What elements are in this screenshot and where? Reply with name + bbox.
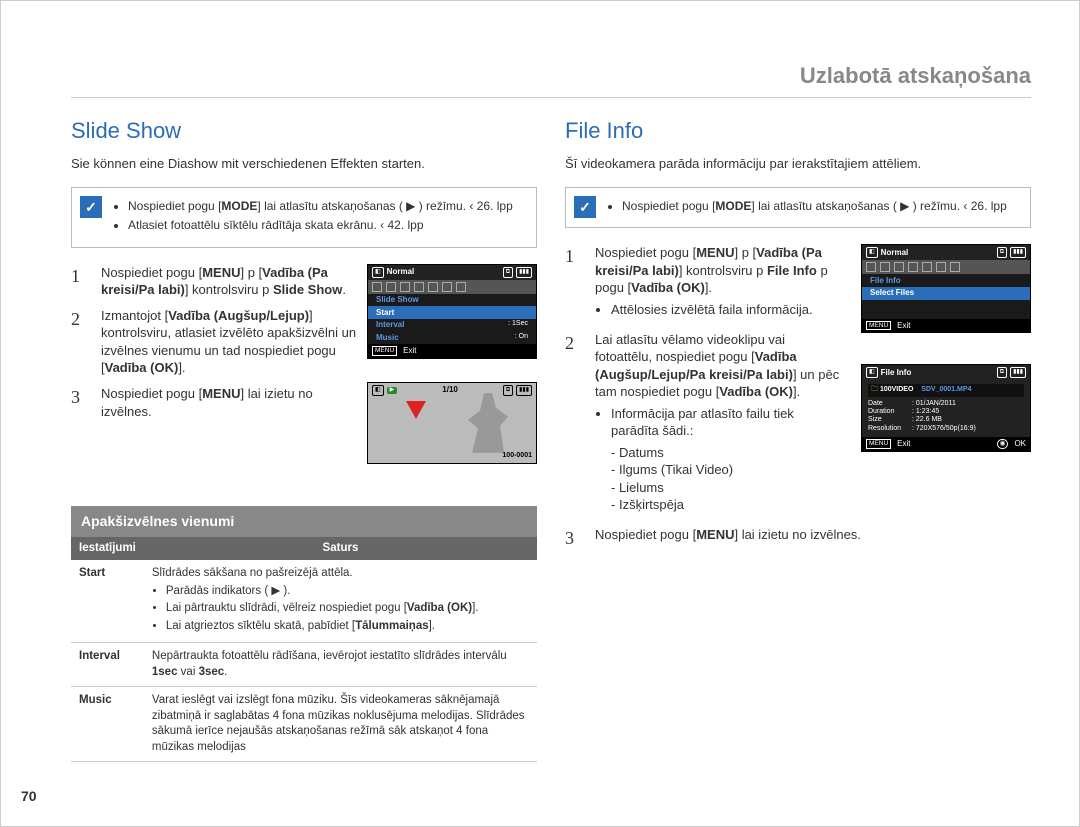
lcd-menu-title: Slide Show: [368, 294, 536, 307]
sub-bullet: Informācija par atlasīto failu tiek parā…: [611, 405, 845, 440]
column-slide-show: Slide Show Sie können eine Diashow mit v…: [71, 116, 537, 763]
lcd-folder-name: 100VIDEO: [880, 386, 913, 393]
lcd-menu-interval: Interval: 1Sec: [368, 319, 536, 332]
lcd-exit-label: Exit: [897, 439, 910, 449]
battery-icon: ▮▮▮: [1010, 367, 1026, 378]
sub-bullet: Attēlosies izvēlētā faila informācija.: [611, 301, 845, 319]
menu-button-icon: MENU: [372, 346, 397, 356]
battery-icon: ▮▮▮: [516, 385, 532, 396]
lcd-exit-label: Exit: [403, 346, 416, 356]
lcd-slide-show-photo: ◧ ▶ 1/10 ⧉ ▮▮▮ 100-0001: [367, 382, 537, 464]
lcd-icon-row: [368, 280, 536, 294]
folder-icon: 🗀: [871, 386, 878, 393]
page-number: 70: [21, 787, 37, 806]
list-item: Lai pārtrauktu slīdrādi, vēlreiz nospied…: [166, 601, 529, 617]
step-3: 3 Nospiediet pogu [MENU] lai izietu no i…: [565, 526, 1031, 550]
menu-button-icon: MENU: [866, 439, 891, 449]
note-item: Nospiediet pogu [MODE] lai atlasītu atsk…: [128, 198, 526, 215]
precondition-note: ✓ Nospiediet pogu [MODE] lai atlasītu at…: [565, 187, 1031, 228]
section-title-file-info: File Info: [565, 116, 1031, 146]
table-header: Saturs: [144, 537, 537, 561]
intro-text: Sie können eine Diashow mit verschiedene…: [71, 155, 537, 173]
list-item: Ilgums (Tikai Video): [611, 461, 845, 479]
lcd-info-row: Date: 01/JAN/2011: [868, 400, 1024, 408]
lcd-ok-label: OK: [1014, 439, 1026, 449]
lcd-slide-show-menu: ◧ Normal ⧉ ▮▮▮ Slide Show Start Interval…: [367, 264, 537, 359]
photo-mode-icon: ◧: [372, 385, 384, 396]
lcd-file-info-detail: ◧ File Info ⧉ ▮▮▮ 🗀 100VIDEO SDV_0001.MP…: [861, 364, 1031, 452]
lcd-exit-label: Exit: [897, 321, 910, 331]
lcd-icon-row: [862, 260, 1030, 274]
table-header: Iestatījumi: [71, 537, 144, 561]
subsection-heading: Apakšizvēlnes vienumi: [71, 506, 537, 537]
check-icon: ✓: [80, 196, 102, 218]
lcd-counter-top: 1/10: [442, 385, 458, 395]
lcd-info-row: Duration: 1:23:45: [868, 408, 1024, 416]
card-icon: ⧉: [997, 247, 1007, 258]
precondition-note: ✓ Nospiediet pogu [MODE] lai atlasītu at…: [71, 187, 537, 248]
silhouette-icon: [468, 393, 508, 453]
photo-mode-icon: ◧: [866, 247, 878, 258]
list-item: Datums: [611, 444, 845, 462]
list-item: Parādās indikators ( ▶ ).: [166, 584, 529, 600]
card-icon: ⧉: [997, 367, 1007, 378]
card-icon: ⧉: [503, 267, 513, 278]
table-cell-value: Nepārtraukta fotoattēlu rādīšana, ievēro…: [144, 643, 537, 687]
lcd-info-row: Size: 22.6 MB: [868, 416, 1024, 424]
column-file-info: File Info Šī videokamera parāda informāc…: [565, 116, 1031, 763]
section-title-slide-show: Slide Show: [71, 116, 537, 146]
table-cell-key: Music: [71, 687, 144, 762]
card-icon: ⧉: [503, 385, 513, 396]
lcd-label-title: File Info: [881, 368, 912, 378]
lcd-counter-bottom: 100-0001: [502, 452, 532, 460]
note-item: Nospiediet pogu [MODE] lai atlasītu atsk…: [622, 198, 1020, 215]
table-row: Start Slīdrādes sākšana no pašreizējā at…: [71, 560, 537, 643]
table-cell-value: Varat ieslēgt vai izslēgt fona mūziku. Š…: [144, 687, 537, 762]
lcd-label-normal: Normal: [387, 267, 415, 277]
check-icon: ✓: [574, 196, 596, 218]
battery-icon: ▮▮▮: [516, 267, 532, 278]
menu-button-icon: MENU: [866, 321, 891, 331]
lcd-menu-select-files: Select Files: [862, 287, 1030, 300]
page-header: Uzlabotā atskaņošana: [71, 61, 1031, 98]
list-item: Izšķirtspēja: [611, 496, 845, 514]
play-indicator-icon: ▶: [387, 387, 398, 394]
note-item: Atlasiet fotoattēlu sīktēlu rādītāja ska…: [128, 217, 526, 234]
lcd-menu-title: File Info: [862, 274, 1030, 287]
table-cell-key: Start: [71, 560, 144, 643]
lcd-info-row: Resolution: 720X576/50p(16:9): [868, 425, 1024, 433]
list-item: Lielums: [611, 479, 845, 497]
photo-mode-icon: ◧: [372, 267, 384, 278]
lcd-menu-start: Start: [368, 306, 536, 319]
table-row: Music Varat ieslēgt vai izslēgt fona mūz…: [71, 687, 537, 762]
lcd-label-normal: Normal: [881, 248, 909, 258]
map-marker-icon: [406, 401, 426, 419]
lcd-file-info-menu: ◧ Normal ⧉ ▮▮▮ File Info Select Files ME…: [861, 244, 1031, 333]
table-cell-key: Interval: [71, 643, 144, 687]
ok-button-icon: ◉: [997, 439, 1009, 449]
table-row: Interval Nepārtraukta fotoattēlu rādīšan…: [71, 643, 537, 687]
lcd-menu-music: Music: On: [368, 331, 536, 344]
lcd-file-name: SDV_0001.MP4: [921, 386, 971, 393]
photo-mode-icon: ◧: [866, 367, 878, 378]
table-header-row: Iestatījumi Saturs: [71, 537, 537, 561]
battery-icon: ▮▮▮: [1010, 247, 1026, 258]
list-item: Lai atgrieztos sīktēlu skatā, pabīdiet […: [166, 619, 529, 635]
manual-page: Uzlabotā atskaņošana Slide Show Sie könn…: [0, 0, 1080, 827]
table-cell-value: Slīdrādes sākšana no pašreizējā attēla. …: [144, 560, 537, 643]
settings-table: Iestatījumi Saturs Start Slīdrādes sākša…: [71, 537, 537, 763]
intro-text: Šī videokamera parāda informāciju par ie…: [565, 155, 1031, 173]
lcd-info-body: 🗀 100VIDEO SDV_0001.MP4 Date: 01/JAN/201…: [862, 380, 1030, 437]
